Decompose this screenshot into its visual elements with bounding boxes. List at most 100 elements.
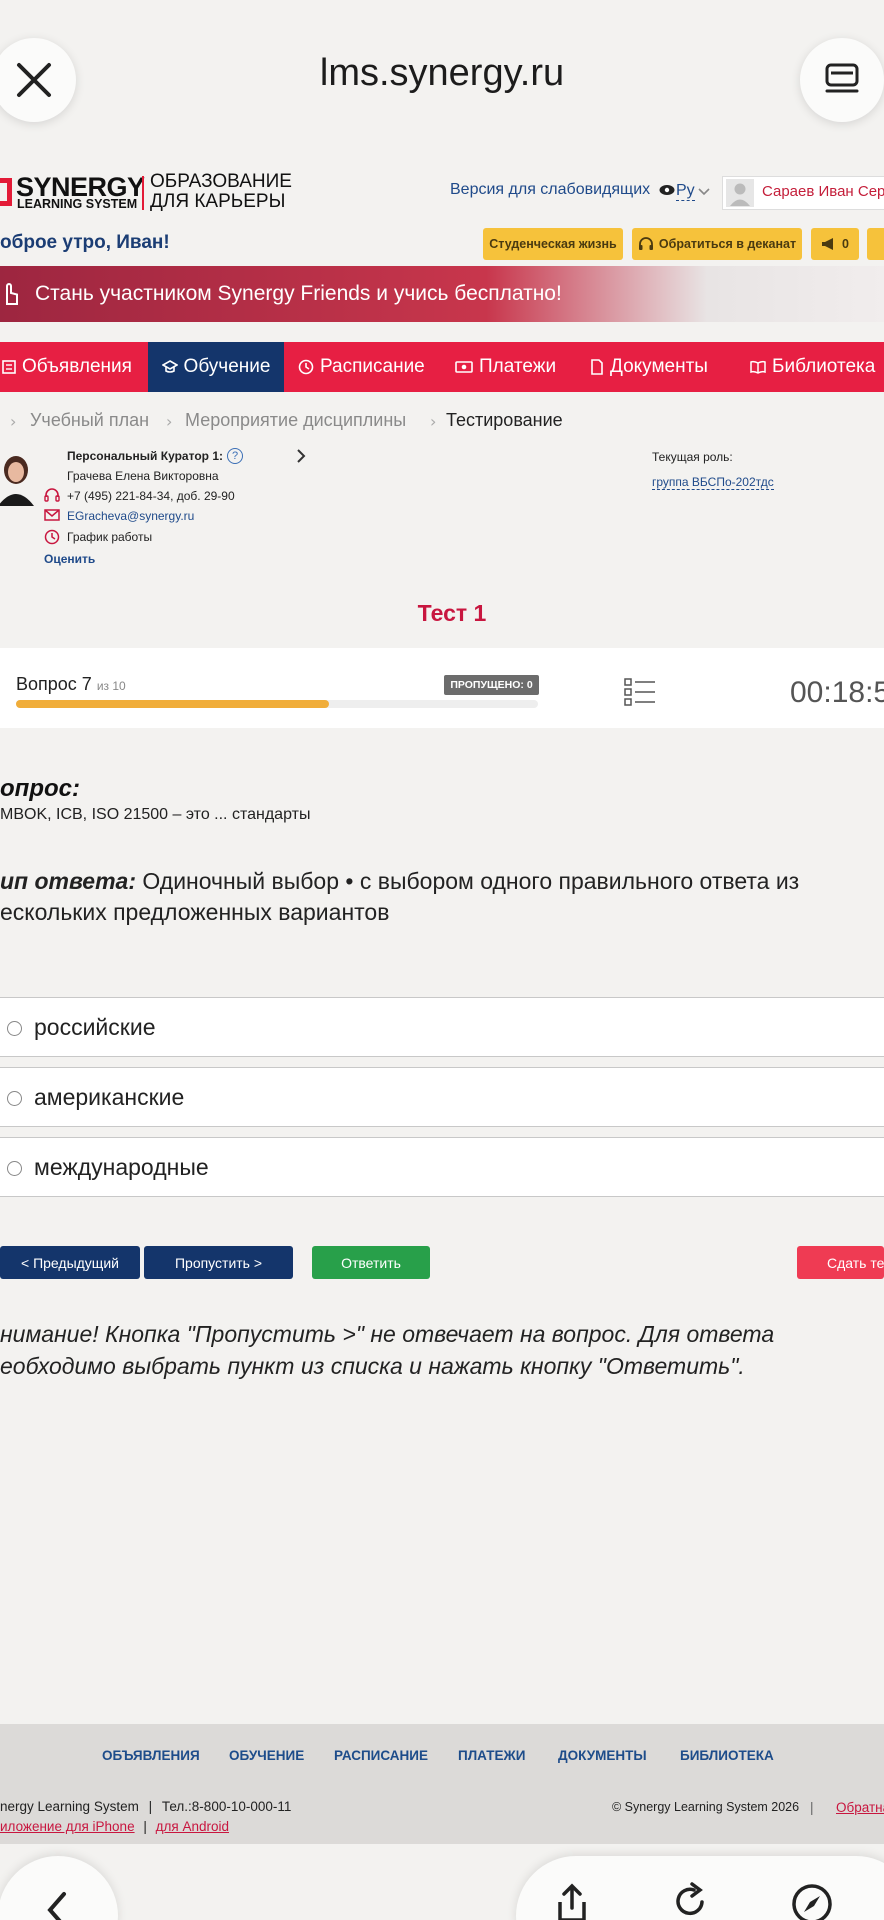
- curator-name: Грачева Елена Викторовна: [67, 469, 219, 483]
- question-list-icon[interactable]: [624, 677, 656, 707]
- help-icon[interactable]: ?: [227, 448, 243, 464]
- student-life-button[interactable]: Студенческая жизнь: [483, 228, 623, 260]
- previous-button[interactable]: < Предыдущий: [0, 1246, 140, 1279]
- test-title: Тест 1: [417, 600, 487, 626]
- answer-option-label: российские: [34, 1014, 156, 1040]
- answer-option-label: американские: [34, 1084, 185, 1110]
- skip-button[interactable]: Пропустить >: [144, 1246, 293, 1279]
- footer-phone: Тел.:8-800-10-000-11: [161, 1799, 292, 1814]
- chevron-right-icon[interactable]: [296, 449, 306, 463]
- nav-documents[interactable]: Документы: [590, 342, 708, 392]
- tabs-icon: [825, 63, 859, 93]
- answer-option[interactable]: международные: [0, 1137, 884, 1197]
- footer-nav-schedule[interactable]: РАСПИСАНИЕ: [334, 1748, 428, 1763]
- nav-schedule[interactable]: Расписание: [298, 342, 425, 392]
- rate-curator-link[interactable]: Оценить: [44, 552, 95, 566]
- iphone-app-link[interactable]: иложение для iPhone: [0, 1819, 135, 1834]
- contact-dean-button[interactable]: Обратиться в деканат: [632, 228, 802, 260]
- breadcrumb-separator: ›: [10, 412, 17, 431]
- curator-title: Персональный Куратор 1:: [67, 449, 223, 463]
- book-icon: [750, 360, 766, 374]
- logo-mark: [0, 178, 12, 206]
- hand-pointer-icon: [6, 283, 18, 305]
- radio-button[interactable]: [7, 1021, 22, 1036]
- warning-line-2: еобходимо выбрать пункт из списка и нажа…: [0, 1353, 745, 1379]
- list-icon: [2, 360, 16, 374]
- warning-line-1: нимание! Кнопка "Пропустить >" не отвеча…: [0, 1321, 775, 1347]
- document-icon: [591, 359, 603, 375]
- accessibility-link[interactable]: Версия для слабовидящих: [450, 181, 675, 199]
- headset-icon: [638, 237, 653, 250]
- mail-icon: [44, 509, 60, 521]
- answer-type: ип ответа: Одиночный выбор • с выбором о…: [0, 866, 884, 928]
- nav-library-label: Библиотека: [772, 356, 876, 377]
- url-bar[interactable]: lms.synergy.ru: [0, 52, 884, 95]
- nav-documents-label: Документы: [610, 356, 708, 377]
- nav-learning-label: Обучение: [183, 356, 271, 377]
- nav-learning[interactable]: Обучение: [148, 342, 284, 392]
- footer-nav-payments[interactable]: ПЛАТЕЖИ: [458, 1748, 525, 1763]
- nav-announcements-label: Объявления: [22, 356, 132, 377]
- answer-button[interactable]: Ответить: [312, 1246, 430, 1279]
- question-heading: опрос:: [0, 775, 80, 802]
- breadcrumb-study-plan[interactable]: Учебный план: [30, 410, 149, 431]
- notifications-button[interactable]: 0: [811, 228, 859, 260]
- role-selector[interactable]: группа ВБСПо-202тдс: [652, 475, 774, 490]
- chevron-down-icon: [698, 188, 710, 196]
- back-button[interactable]: [0, 1856, 118, 1920]
- radio-button[interactable]: [7, 1161, 22, 1176]
- user-icon: [730, 183, 750, 206]
- progress-fill: [16, 700, 330, 708]
- curator-schedule[interactable]: График работы: [67, 530, 152, 544]
- banner-text[interactable]: Стань участником Synergy Friends и учись…: [35, 282, 562, 306]
- footer-brand-line: nergy Learning System | Тел.:8-800-10-00…: [0, 1799, 292, 1814]
- breadcrumb-discipline-event[interactable]: Мероприятие дисциплины: [185, 410, 406, 431]
- footer-nav-library[interactable]: БИБЛИОТЕКА: [680, 1748, 774, 1763]
- reload-icon[interactable]: [670, 1882, 710, 1920]
- footer-copyright: © Synergy Learning System 2026: [612, 1800, 800, 1814]
- radio-button[interactable]: [7, 1091, 22, 1106]
- skipped-badge: ПРОПУЩЕНО: 0: [444, 675, 539, 695]
- language-selector[interactable]: Ру: [676, 182, 695, 201]
- answer-option[interactable]: американские: [0, 1067, 884, 1127]
- footer-feedback-link[interactable]: Обратна: [836, 1800, 884, 1815]
- submit-test-button[interactable]: Сдать тес: [797, 1246, 884, 1279]
- role-label: Текущая роль:: [652, 450, 733, 464]
- avatar: [726, 179, 754, 207]
- footer-nav-announcements[interactable]: ОБЪЯВЛЕНИЯ: [102, 1748, 200, 1763]
- nav-announcements[interactable]: Объявления: [0, 342, 132, 392]
- user-name[interactable]: Сараев Иван Серге: [762, 183, 884, 200]
- curator-email[interactable]: EGracheva@synergy.ru: [67, 509, 194, 523]
- eye-icon: [659, 184, 675, 195]
- question-counter: Вопрос 7 из 10: [16, 674, 126, 695]
- contact-dean-label: Обратиться в деканат: [658, 237, 797, 251]
- answer-option-label: международные: [34, 1154, 209, 1180]
- greeting: оброе утро, Иван!: [0, 232, 170, 253]
- money-icon: [455, 361, 473, 373]
- footer-brand: nergy Learning System: [0, 1799, 139, 1814]
- compass-icon[interactable]: [790, 1882, 834, 1920]
- footer-nav-learning[interactable]: ОБУЧЕНИЕ: [229, 1748, 304, 1763]
- nav-payments[interactable]: Платежи: [455, 342, 556, 392]
- progress-bar: [16, 700, 538, 708]
- nav-payments-label: Платежи: [479, 356, 557, 377]
- warning-text: нимание! Кнопка "Пропустить >" не отвеча…: [0, 1318, 884, 1382]
- logo-tagline-line2: ДЛЯ КАРЬЕРЫ: [150, 191, 286, 212]
- android-app-link[interactable]: для Android: [156, 1819, 229, 1834]
- logo-tagline: ОБРАЗОВАНИЕ ДЛЯ КАРЬЕРЫ: [150, 172, 292, 212]
- messages-button[interactable]: [867, 228, 884, 260]
- logo-subtext: LEARNING SYSTEM: [17, 197, 138, 211]
- tabs-button[interactable]: [800, 38, 884, 122]
- clock-icon: [44, 529, 60, 545]
- share-icon[interactable]: [552, 1882, 592, 1920]
- answer-type-text: Одиночный выбор • с выбором одного прави…: [142, 868, 800, 894]
- footer-nav-documents[interactable]: ДОКУМЕНТЫ: [558, 1748, 647, 1763]
- nav-schedule-label: Расписание: [320, 356, 425, 377]
- clock-icon: [298, 359, 314, 375]
- answer-option[interactable]: российские: [0, 997, 884, 1057]
- logo-divider: [142, 176, 144, 210]
- question-total: из 10: [96, 679, 126, 693]
- nav-library[interactable]: Библиотека: [750, 342, 875, 392]
- breadcrumb-current: Тестирование: [446, 410, 563, 430]
- answer-type-text-cont: ескольких предложенных вариантов: [0, 899, 390, 925]
